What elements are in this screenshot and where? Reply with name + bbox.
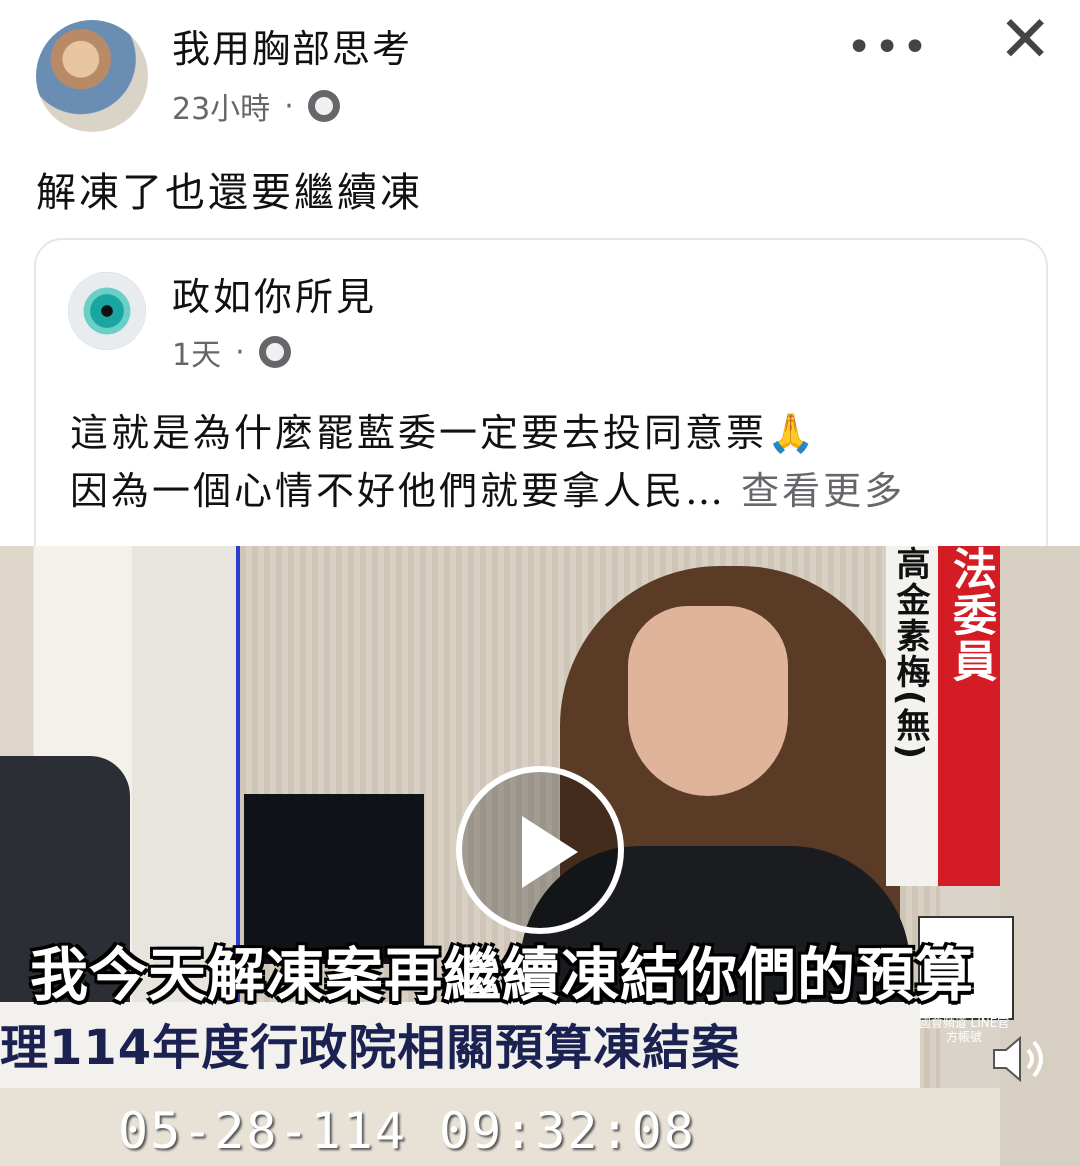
shared-post-text: 這就是為什麼罷藍委一定要去投同意票🙏 因為一個心情不好他們就要拿人民… 查看更多 (70, 404, 1030, 520)
post-meta: 23小時 · (172, 84, 340, 128)
title-band: 法委員 (938, 546, 1000, 886)
meta-separator: · (284, 88, 294, 124)
shared-text-line-2-body: 因為一個心情不好他們就要拿人民… (70, 469, 727, 513)
title-band-text: 法委員 (945, 546, 996, 684)
video-timestamp: 05-28-114 09:32:08 (118, 1102, 696, 1160)
shared-author-name[interactable]: 政如你所見 (172, 266, 377, 321)
video-subtitle: 我今天解凍案再繼續凍結你們的預算 (30, 941, 975, 1009)
author-avatar[interactable] (36, 20, 148, 132)
close-icon[interactable]: ✕ (998, 8, 1052, 72)
name-band-text: 高金素梅(無) (890, 546, 930, 762)
see-more-link[interactable]: 查看更多 (741, 469, 905, 513)
volume-icon[interactable] (990, 1032, 1050, 1086)
shared-author-avatar[interactable] (68, 272, 146, 350)
lower-third-text: 理114年度行政院相關預算凍結案 (0, 1020, 741, 1076)
shared-text-line-2: 因為一個心情不好他們就要拿人民… 查看更多 (70, 462, 1030, 520)
shared-time[interactable]: 1天 (172, 330, 221, 374)
video-speaker-face (628, 606, 788, 796)
shared-meta: 1天 · (172, 330, 291, 374)
name-band: 高金素梅(無) (886, 546, 940, 886)
globe-icon (307, 90, 340, 122)
more-dots-icon[interactable]: ••• (846, 22, 930, 73)
meta-separator: · (235, 334, 245, 370)
post-caption: 解凍了也還要繼續凍 (36, 170, 423, 216)
post-author-name[interactable]: 我用胸部思考 (172, 18, 412, 73)
post-time[interactable]: 23小時 (172, 84, 270, 128)
shared-text-line-1: 這就是為什麼罷藍委一定要去投同意票🙏 (70, 411, 818, 455)
video-player[interactable]: 高金素梅(無) 法委員 國會頻道 LINE官方帳號 理114年度行政院相關預算凍… (0, 546, 1080, 1166)
play-icon[interactable] (522, 816, 578, 888)
globe-icon (258, 336, 291, 368)
